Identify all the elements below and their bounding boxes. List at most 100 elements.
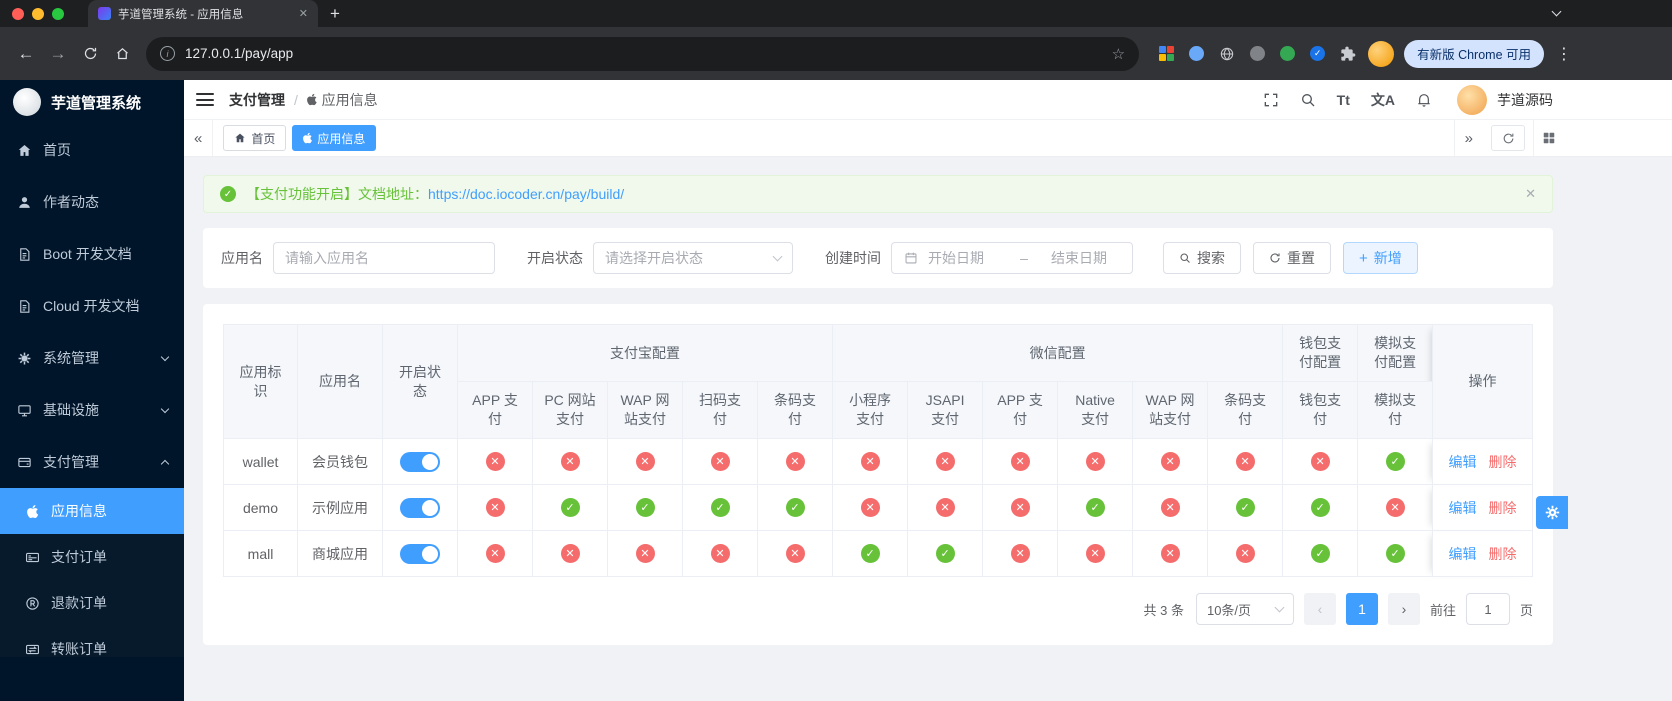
user-avatar[interactable]: [1457, 84, 1487, 115]
home-icon: [16, 143, 33, 158]
view-tab[interactable]: 应用信息: [292, 125, 377, 151]
window-zoom-button[interactable]: [52, 7, 64, 20]
extension-icon-blue[interactable]: [1189, 46, 1205, 61]
status-toggle[interactable]: [400, 543, 440, 564]
edit-link[interactable]: 编辑: [1449, 546, 1477, 562]
filter-bar: 应用名 开启状态 请选择开启状态 创建时间 开始日期 – 结束日期: [203, 228, 1553, 288]
alert-link[interactable]: https://doc.iocoder.cn/pay/build/: [428, 186, 624, 202]
delete-link[interactable]: 删除: [1489, 454, 1517, 470]
extension-icon-green[interactable]: [1280, 46, 1296, 61]
settings-gear-button[interactable]: [1536, 496, 1568, 529]
profile-avatar[interactable]: [1368, 40, 1395, 67]
extensions-puzzle-icon[interactable]: [1340, 46, 1356, 62]
sidebar-item[interactable]: 首页: [0, 124, 184, 176]
favicon: [98, 7, 111, 20]
collapse-menu-icon[interactable]: [196, 93, 214, 106]
extension-icon-globe[interactable]: [1219, 46, 1235, 62]
cell-channel: ✕: [832, 438, 909, 485]
chevron-down-icon: [1274, 602, 1285, 612]
back-button[interactable]: ←: [10, 38, 42, 70]
sidebar-subitem[interactable]: 应用信息: [0, 488, 184, 534]
next-page-button[interactable]: ›: [1387, 593, 1420, 625]
sidebar-subitem[interactable]: 转账订单: [0, 626, 184, 657]
grid-icon[interactable]: [1533, 120, 1560, 156]
user-name[interactable]: 芋道源码: [1497, 90, 1553, 110]
browser-tab[interactable]: 芋道管理系统 - 应用信息 ✕: [88, 0, 318, 27]
date-range-picker[interactable]: 开始日期 – 结束日期: [891, 242, 1133, 274]
fullscreen-icon[interactable]: [1263, 92, 1279, 108]
view-tab-label: 首页: [251, 131, 276, 146]
sidebar-item[interactable]: 作者动态: [0, 176, 184, 228]
window-minimize-button[interactable]: [32, 7, 44, 20]
browser-menu-icon[interactable]: ⋮: [1556, 44, 1572, 64]
sidebar-item[interactable]: Cloud 开发文档: [0, 280, 184, 332]
extensions-row: ✓: [1159, 46, 1356, 62]
disabled-cross-icon: ✕: [1085, 452, 1105, 471]
tab-search-chevron-icon[interactable]: [1551, 6, 1562, 17]
disabled-cross-icon: ✕: [485, 452, 505, 471]
sidebar-subitem-label: 支付订单: [51, 549, 107, 565]
address-bar[interactable]: i 127.0.0.1/pay/app ☆: [146, 36, 1140, 71]
search-button[interactable]: 搜索: [1163, 242, 1241, 274]
sidebar-item[interactable]: 支付管理: [0, 436, 184, 488]
reload-button[interactable]: [74, 38, 106, 70]
delete-link[interactable]: 删除: [1489, 546, 1517, 562]
goto-page-input[interactable]: [1465, 593, 1510, 625]
app-name-input[interactable]: [273, 242, 495, 274]
refresh-icon[interactable]: [1491, 125, 1525, 151]
forward-button[interactable]: →: [42, 38, 74, 70]
extension-icon-gray[interactable]: [1250, 46, 1266, 61]
tab-close-icon[interactable]: ✕: [299, 7, 308, 20]
pagination-goto-label: 前往: [1429, 602, 1456, 618]
enabled-check-icon: ✓: [1310, 498, 1330, 517]
bookmark-star-icon[interactable]: ☆: [1112, 45, 1125, 63]
page-number-button[interactable]: 1: [1345, 593, 1378, 625]
edit-link[interactable]: 编辑: [1449, 500, 1477, 516]
disabled-cross-icon: ✕: [1010, 544, 1030, 563]
search-icon[interactable]: [1300, 92, 1316, 108]
cell-channel: ✓: [1057, 484, 1134, 531]
new-tab-button[interactable]: +: [330, 4, 340, 24]
prev-page-button[interactable]: ‹: [1303, 593, 1336, 625]
disabled-cross-icon: ✕: [860, 498, 880, 517]
tags-scroll-right[interactable]: »: [1453, 120, 1483, 156]
reset-button[interactable]: 重置: [1253, 242, 1331, 274]
cell-channel: ✕: [457, 438, 533, 485]
sidebar-subitem[interactable]: 支付订单: [0, 534, 184, 580]
extension-icon-check[interactable]: ✓: [1310, 46, 1326, 61]
translate-icon[interactable]: 文A: [1371, 90, 1395, 110]
tags-scroll-left[interactable]: «: [184, 120, 214, 156]
sidebar-item[interactable]: Boot 开发文档: [0, 228, 184, 280]
chrome-update-chip[interactable]: 有新版 Chrome 可用: [1404, 39, 1544, 68]
cell-channel: ✕: [1207, 438, 1284, 485]
notification-bell-icon[interactable]: [1416, 92, 1432, 108]
disabled-cross-icon: ✕: [1385, 498, 1405, 517]
view-tab[interactable]: 首页: [223, 125, 287, 151]
extension-icon-squares[interactable]: [1159, 46, 1175, 61]
apple-icon: [24, 504, 41, 519]
add-button[interactable]: + 新增: [1343, 242, 1418, 274]
cell-channel: ✕: [682, 438, 758, 485]
breadcrumb-item[interactable]: 支付管理: [229, 90, 285, 110]
add-button-label: 新增: [1373, 250, 1402, 266]
page-size-select[interactable]: 10条/页: [1195, 593, 1294, 625]
status-select[interactable]: 请选择开启状态: [593, 242, 793, 274]
status-toggle[interactable]: [400, 451, 440, 472]
cell-channel: ✓: [1207, 484, 1284, 531]
column-header: APP 支付: [982, 381, 1059, 439]
sidebar-item[interactable]: 基础设施: [0, 384, 184, 436]
status-toggle[interactable]: [400, 497, 440, 518]
pagination: 共 3 条 10条/页 ‹ 1 › 前往 页: [223, 593, 1533, 625]
delete-link[interactable]: 删除: [1489, 500, 1517, 516]
column-header-app-name: 应用名: [297, 324, 383, 439]
page-size-value: 10条/页: [1206, 602, 1252, 618]
search-button-label: 搜索: [1197, 250, 1225, 266]
site-info-icon[interactable]: i: [160, 46, 175, 61]
alert-close-icon[interactable]: ✕: [1525, 186, 1536, 202]
window-close-button[interactable]: [12, 7, 24, 20]
sidebar-item[interactable]: 系统管理: [0, 332, 184, 384]
home-button[interactable]: [106, 38, 138, 70]
font-size-icon[interactable]: Tt: [1337, 92, 1350, 108]
sidebar-subitem[interactable]: 退款订单: [0, 580, 184, 626]
edit-link[interactable]: 编辑: [1449, 454, 1477, 470]
